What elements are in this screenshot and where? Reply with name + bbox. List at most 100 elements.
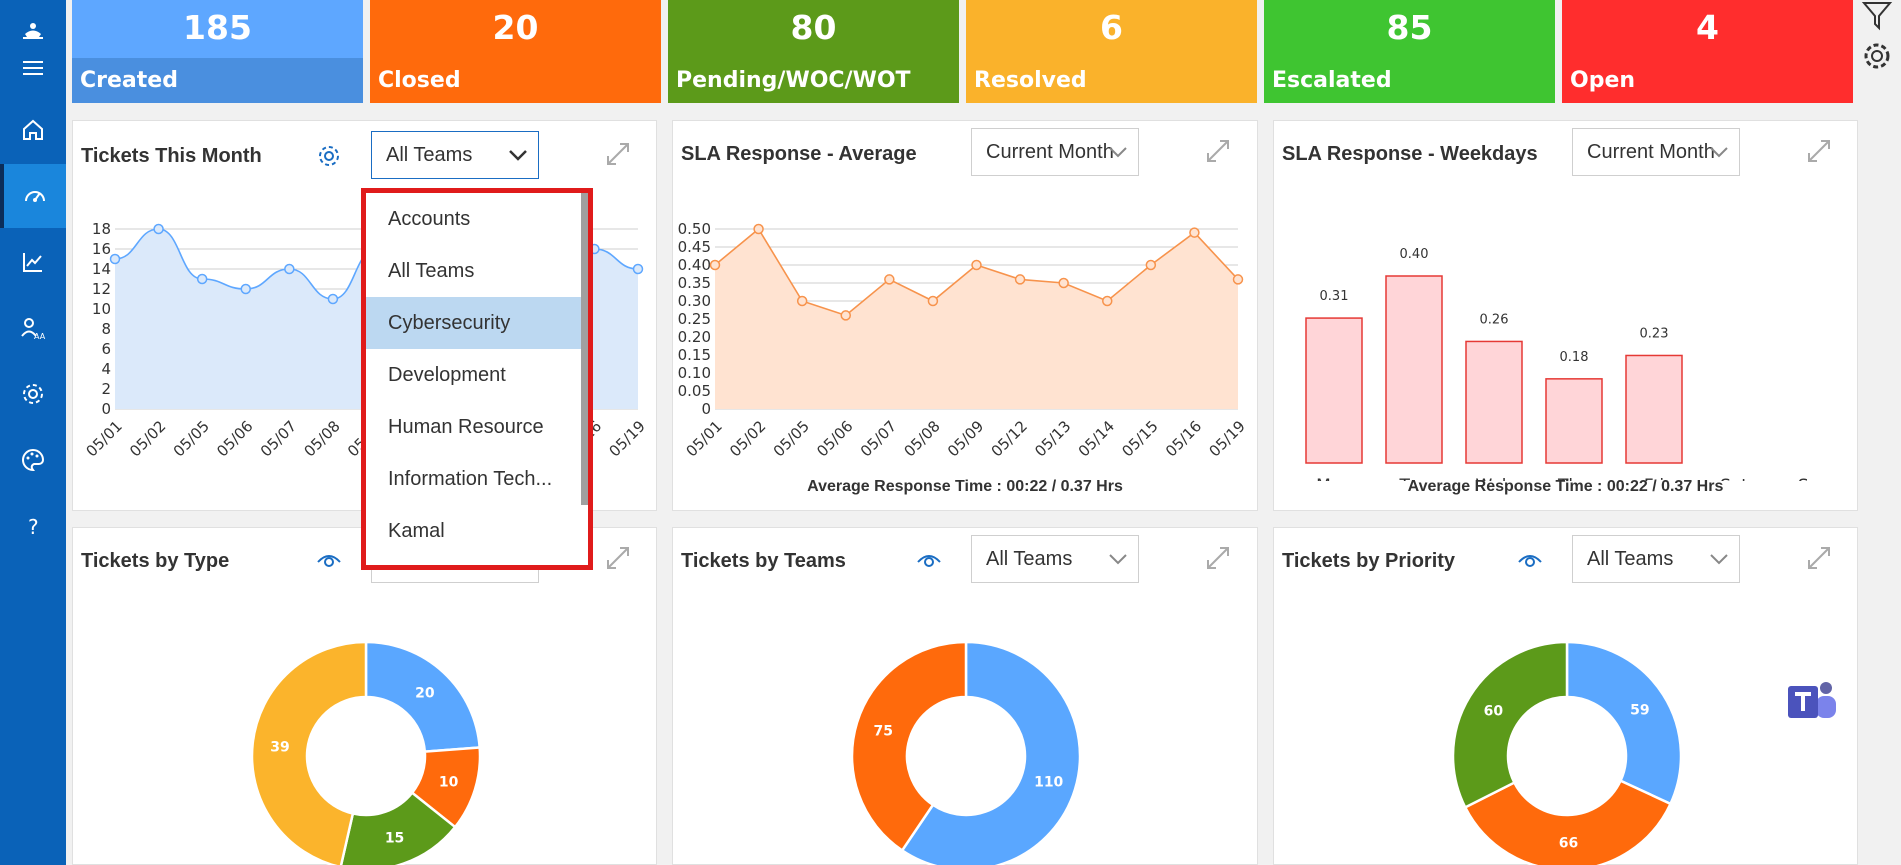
- bar[interactable]: [1625, 354, 1683, 464]
- slice-value-label: 39: [270, 739, 289, 755]
- x-tick-label: 05/07: [257, 417, 300, 460]
- bar[interactable]: [1465, 340, 1523, 464]
- data-point[interactable]: [284, 263, 295, 275]
- theme-icon[interactable]: [0, 428, 66, 492]
- expand-icon[interactable]: [605, 141, 631, 167]
- slice-value-label: 10: [439, 774, 459, 790]
- y-tick-label: 12: [92, 280, 111, 298]
- expand-icon[interactable]: [1806, 138, 1832, 164]
- stat-label: Open: [1562, 58, 1853, 103]
- chevron-down-icon: [1109, 147, 1127, 158]
- help-icon[interactable]: ?: [0, 494, 66, 558]
- period-select[interactable]: Current Month: [971, 128, 1139, 176]
- bar-value-label: 0.40: [1400, 247, 1429, 262]
- data-point[interactable]: [109, 253, 121, 265]
- stat-value: 80: [790, 8, 837, 47]
- slice-value-label: 20: [415, 686, 435, 702]
- y-tick-label: 0.10: [678, 364, 711, 382]
- team-dropdown-list[interactable]: Accounts All Teams Cybersecurity Developmen…: [361, 188, 593, 570]
- filter-icon[interactable]: [1861, 0, 1893, 32]
- y-tick-label: 8: [101, 320, 111, 338]
- data-point[interactable]: [927, 295, 939, 307]
- svg-text:AA: AA: [34, 332, 46, 341]
- dashboard-icon[interactable]: [0, 164, 66, 228]
- data-point[interactable]: [971, 259, 982, 271]
- data-point[interactable]: [1145, 259, 1157, 271]
- bar[interactable]: [1305, 317, 1363, 464]
- settings-icon[interactable]: [1861, 40, 1893, 72]
- donut-slice[interactable]: [250, 640, 368, 865]
- dropdown-option[interactable]: All Teams: [366, 245, 588, 297]
- data-point[interactable]: [1232, 274, 1244, 285]
- stat-card-escalated[interactable]: 85 Escalated: [1264, 0, 1555, 103]
- bar-value-label: 0.31: [1320, 289, 1349, 304]
- expand-icon[interactable]: [1205, 138, 1231, 164]
- y-tick-label: 0.25: [678, 310, 711, 328]
- donut-slice[interactable]: [1565, 640, 1683, 806]
- bar[interactable]: [1385, 275, 1443, 464]
- stat-value: 185: [183, 8, 252, 47]
- reports-icon[interactable]: [0, 230, 66, 294]
- data-point[interactable]: [840, 310, 851, 321]
- data-point[interactable]: [196, 273, 208, 285]
- dropdown-option[interactable]: Cybersecurity: [366, 297, 588, 349]
- svg-text:?: ?: [28, 515, 39, 539]
- period-select[interactable]: Current Month: [1572, 128, 1740, 176]
- donut-slice[interactable]: [1463, 779, 1673, 865]
- data-point[interactable]: [1102, 295, 1113, 307]
- data-point[interactable]: [153, 223, 164, 235]
- x-tick-label: 05/08: [300, 417, 343, 460]
- stat-label: Resolved: [966, 58, 1257, 103]
- data-point[interactable]: [240, 283, 251, 295]
- x-tick-label: 05/02: [126, 417, 169, 460]
- dropdown-option[interactable]: Accounts: [366, 193, 588, 245]
- stat-value: 85: [1386, 8, 1433, 47]
- panel-title: Tickets This Month: [81, 145, 262, 167]
- team-select[interactable]: All Teams: [371, 131, 539, 179]
- stat-card-closed[interactable]: 20 Closed: [370, 0, 661, 103]
- dropdown-option[interactable]: Human Resource: [366, 401, 588, 453]
- settings-icon[interactable]: [0, 362, 66, 426]
- chevron-down-icon: [1710, 147, 1728, 158]
- data-point[interactable]: [796, 295, 808, 307]
- gear-icon[interactable]: [316, 143, 342, 169]
- stat-card-resolved[interactable]: 6 Resolved: [966, 0, 1257, 103]
- average-response-caption: Average Response Time : 00:22 / 0.37 Hrs: [807, 478, 1123, 495]
- sla-average-panel: SLA Response - Average Current Month 0 0.…: [672, 120, 1258, 511]
- data-point[interactable]: [1058, 277, 1069, 289]
- x-tick-label: 05/06: [213, 417, 256, 460]
- data-point[interactable]: [327, 293, 339, 305]
- dropdown-option[interactable]: Information Tech...: [366, 453, 588, 505]
- teams-icon[interactable]: [1786, 678, 1840, 726]
- data-point[interactable]: [1014, 274, 1026, 285]
- y-tick-label: 4: [101, 360, 111, 378]
- stat-card-pending-woc-wot[interactable]: 80 Pending/WOC/WOT: [668, 0, 959, 103]
- bar[interactable]: [1545, 378, 1603, 464]
- stat-card-created[interactable]: 185 Created: [72, 0, 363, 103]
- sla-weekdays-panel: SLA Response - Weekdays Current Month 0.…: [1273, 120, 1858, 511]
- data-point[interactable]: [884, 274, 895, 285]
- stat-card-open[interactable]: 4 Open: [1562, 0, 1853, 103]
- data-point[interactable]: [1189, 227, 1200, 238]
- dropdown-scrollbar[interactable]: [581, 193, 588, 505]
- home-icon[interactable]: [0, 98, 66, 162]
- series-area: [715, 229, 1238, 409]
- data-point[interactable]: [632, 263, 644, 275]
- average-response-caption: Average Response Time : 00:22 / 0.37 Hrs: [1407, 478, 1724, 495]
- dropdown-option[interactable]: Kamal: [366, 505, 588, 557]
- tickets-by-priority-panel: Tickets by Priority All Teams 59 66 60: [1273, 527, 1858, 865]
- y-tick-label: 2: [101, 380, 111, 398]
- dropdown-option[interactable]: Development: [366, 349, 588, 401]
- stat-label: Pending/WOC/WOT: [668, 58, 959, 103]
- tickets-by-priority-chart: 59 66 60: [1451, 640, 1683, 865]
- x-tick-label: 05/14: [1075, 417, 1118, 460]
- donut-slice[interactable]: [1451, 640, 1569, 810]
- menu-icon[interactable]: [0, 36, 66, 100]
- agents-icon[interactable]: AA: [0, 296, 66, 360]
- data-point[interactable]: [753, 223, 764, 235]
- y-tick-label: 0.20: [678, 328, 711, 346]
- data-point[interactable]: [709, 259, 721, 271]
- sla-average-chart: 00.050.100.150.200.250.300.350.400.450.5…: [678, 220, 1249, 460]
- bar-value-label: 0.18: [1560, 350, 1589, 365]
- stat-value: 20: [492, 8, 539, 47]
